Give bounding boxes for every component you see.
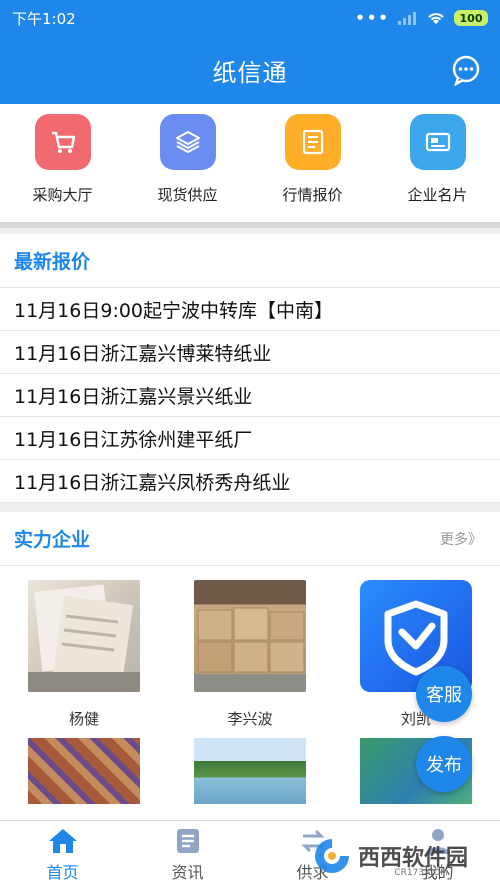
app-header: 下午1:02 ••• 100 纸信通	[0, 0, 500, 104]
tab-label: 首页	[46, 862, 79, 882]
card-icon	[409, 114, 466, 170]
wifi-icon	[428, 13, 444, 24]
publish-button[interactable]: 发布	[416, 736, 472, 792]
quick-action-label: 企业名片	[407, 186, 468, 204]
quick-action-label: 现货供应	[157, 186, 218, 204]
company-photo[interactable]	[194, 738, 306, 804]
quote-item[interactable]: 11月16日江苏徐州建平纸厂	[0, 417, 500, 460]
watermark: 西西软件园 CR173.COM	[312, 830, 492, 882]
section-title: 最新报价	[0, 234, 500, 288]
company-card[interactable]: 杨健	[28, 580, 140, 734]
chat-bubble-icon[interactable]	[450, 54, 482, 86]
layers-icon	[159, 114, 216, 170]
battery-indicator: 100	[454, 10, 488, 26]
more-dots-icon: •••	[355, 9, 390, 27]
title-bar: 纸信通	[0, 36, 500, 104]
quote-item[interactable]: 11月16日9:00起宁波中转库【中南】	[0, 288, 500, 331]
company-photo	[28, 580, 140, 692]
company-name: 李兴波	[227, 710, 273, 728]
tab-label: 资讯	[171, 862, 204, 882]
home-icon	[48, 828, 77, 853]
watermark-logo-icon	[315, 839, 349, 873]
quote-item[interactable]: 11月16日浙江嘉兴博莱特纸业	[0, 331, 500, 374]
company-name: 杨健	[68, 710, 99, 728]
quick-action-label: 行情报价	[282, 186, 343, 204]
signal-icon	[398, 12, 416, 25]
quote-item[interactable]: 11月16日浙江嘉兴景兴纸业	[0, 374, 500, 417]
status-time: 下午1:02	[12, 9, 76, 28]
status-bar: 下午1:02 ••• 100	[0, 0, 500, 36]
quote-item[interactable]: 11月16日浙江嘉兴凤桥秀舟纸业	[0, 460, 500, 503]
app-title: 纸信通	[212, 58, 288, 87]
quick-action-label: 采购大厅	[32, 186, 93, 204]
quick-action-business-card[interactable]: 企业名片	[383, 114, 493, 205]
quick-actions: 采购大厅 现货供应 行情报价 企业名片	[0, 104, 500, 228]
more-link[interactable]: 更多》	[440, 529, 482, 549]
company-photo[interactable]	[28, 738, 140, 804]
section-title: 实力企业	[14, 529, 91, 551]
document-icon	[284, 114, 341, 170]
customer-service-button[interactable]: 客服	[416, 666, 472, 722]
company-photo	[194, 580, 306, 692]
quick-action-spot-supply[interactable]: 现货供应	[133, 114, 243, 205]
section-header: 实力企业 更多》	[0, 512, 500, 566]
latest-quotes-section: 最新报价 11月16日9:00起宁波中转库【中南】 11月16日浙江嘉兴博莱特纸…	[0, 234, 500, 503]
news-icon	[176, 828, 199, 853]
quick-action-purchase-hall[interactable]: 采购大厅	[8, 114, 118, 205]
tab-home[interactable]: 首页	[18, 827, 108, 883]
quick-action-market-quotes[interactable]: 行情报价	[258, 114, 368, 205]
company-card[interactable]: 李兴波	[194, 580, 306, 734]
tab-news[interactable]: 资讯	[143, 827, 233, 883]
cart-icon	[34, 114, 91, 170]
watermark-subtext: CR173.COM	[394, 868, 448, 878]
status-icons: ••• 100	[355, 9, 488, 27]
